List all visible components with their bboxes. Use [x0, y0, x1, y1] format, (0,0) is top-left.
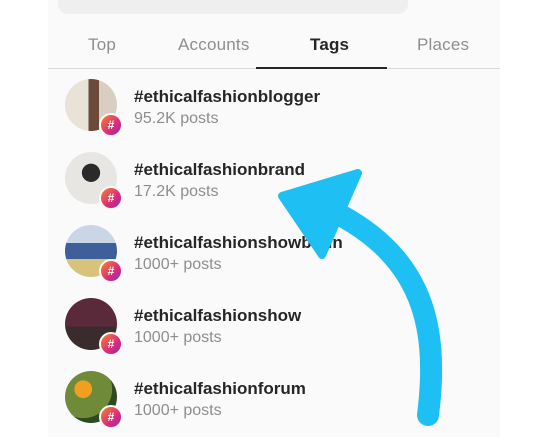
post-count: 1000+ posts: [134, 402, 222, 419]
post-count: 1000+ posts: [134, 329, 222, 346]
hashtag-name: #ethicalfashionblogger: [134, 87, 321, 106]
hashtag-name: #ethicalfashionshow: [134, 306, 302, 325]
post-count: 17.2K posts: [134, 183, 219, 200]
list-item[interactable]: # #ethicalfashionshowbrain 1000+ posts: [48, 221, 500, 293]
tab-tags[interactable]: Tags: [310, 35, 349, 55]
active-tab-indicator: [256, 67, 387, 69]
tab-places[interactable]: Places: [417, 35, 469, 55]
hashtag-name: #ethicalfashionbrand: [134, 160, 305, 179]
list-item[interactable]: # #ethicalfashionblogger 95.2K posts: [48, 75, 500, 147]
tab-accounts[interactable]: Accounts: [178, 35, 250, 55]
hashtag-badge-icon: #: [99, 259, 123, 283]
search-bar[interactable]: [58, 0, 408, 14]
tab-top[interactable]: Top: [88, 35, 116, 55]
tab-bar: Top Accounts Tags Places: [48, 22, 500, 69]
list-item[interactable]: # #ethicalfashionbrand 17.2K posts: [48, 148, 500, 220]
app-frame: Top Accounts Tags Places # #ethicalfashi…: [48, 0, 500, 437]
list-item[interactable]: # #ethicalfashionforum 1000+ posts: [48, 367, 500, 439]
post-count: 1000+ posts: [134, 256, 222, 273]
post-count: 95.2K posts: [134, 110, 219, 127]
hashtag-name: #ethicalfashionshowbrain: [134, 233, 343, 252]
hashtag-badge-icon: #: [99, 186, 123, 210]
hashtag-badge-icon: #: [99, 405, 123, 429]
list-item[interactable]: # #ethicalfashionshow 1000+ posts: [48, 294, 500, 366]
hashtag-badge-icon: #: [99, 332, 123, 356]
hashtag-name: #ethicalfashionforum: [134, 379, 306, 398]
hashtag-badge-icon: #: [99, 113, 123, 137]
